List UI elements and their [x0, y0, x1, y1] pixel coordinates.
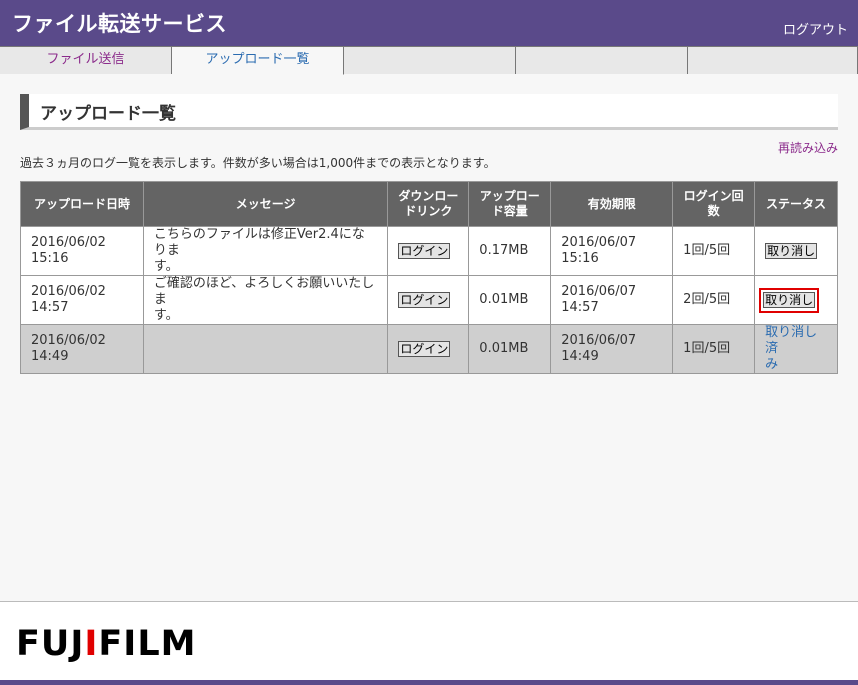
cell-expires: 2016/06/07 14:49 — [550, 324, 674, 374]
download-login-button[interactable]: ログイン — [398, 291, 451, 308]
cell-logins: 1回/5回 — [672, 324, 756, 374]
cell-expires-time: 14:57 — [561, 300, 599, 315]
cell-expires: 2016/06/07 15:16 — [550, 226, 674, 276]
col-header-message: メッセージ — [142, 181, 389, 227]
cancelled-status-link[interactable]: 取り消し済み — [765, 325, 817, 372]
cell-date: 2016/06/02 15:16 — [20, 226, 144, 276]
tab-empty-3 — [344, 46, 516, 74]
table-row: 2016/06/02 14:49 ログイン 0.01MB 2016/06/07 14… — [20, 324, 838, 374]
col-header-download: ダウンロー ドリンク — [387, 181, 470, 227]
reload-link[interactable]: 再読み込み — [778, 139, 838, 156]
col-header-logins-line2: 数 — [707, 204, 720, 218]
footer-bar — [0, 680, 858, 685]
cell-date: 2016/06/02 14:57 — [20, 275, 144, 325]
col-header-logins: ログイン回数 — [672, 181, 756, 227]
cell-date-day: 2016/06/02 — [31, 284, 106, 299]
cancelled-status-line2: み — [765, 357, 779, 372]
cell-date-time: 14:49 — [31, 349, 69, 364]
table-row: 2016/06/02 14:57 ご確認のほど、よろしくお願いいたしま す。 ログイ… — [20, 275, 838, 325]
cell-date-time: 14:57 — [31, 300, 69, 315]
col-header-download-line2: ドリンク — [404, 204, 453, 218]
col-header-status: ステータス — [754, 181, 838, 227]
col-header-logins-line1: ログイン回 — [683, 189, 744, 203]
cell-download: ログイン — [387, 275, 470, 325]
col-header-date: アップロード日時 — [20, 181, 144, 227]
cell-message — [142, 324, 389, 374]
cell-status: 取り消し — [754, 226, 838, 276]
tab-empty-4 — [516, 46, 688, 74]
table-header-row: アップロード日時 メッセージ ダウンロー ドリンク アップロー ド容量 有効期限 ロ… — [20, 181, 838, 227]
tab-file-send[interactable]: ファイル送信 — [0, 46, 172, 74]
download-login-button[interactable]: ログイン — [398, 340, 451, 357]
cell-size: 0.01MB — [468, 275, 552, 325]
tab-empty-5 — [688, 46, 858, 74]
cell-size: 0.01MB — [468, 324, 552, 374]
cell-message-line2: す。 — [153, 308, 179, 323]
cell-message: ご確認のほど、よろしくお願いいたしま す。 — [142, 275, 389, 325]
upload-table: アップロード日時 メッセージ ダウンロー ドリンク アップロー ド容量 有効期限 ロ… — [20, 181, 838, 374]
cell-message: こちらのファイルは修正Ver2.4になりま す。 — [142, 226, 389, 276]
col-header-size: アップロー ド容量 — [468, 181, 552, 227]
col-header-download-line1: ダウンロー — [398, 189, 459, 203]
cancelled-status-line1: 取り消し済 — [765, 325, 818, 356]
download-login-button[interactable]: ログイン — [398, 242, 451, 259]
tab-bar: ファイル送信 アップロード一覧 — [0, 46, 858, 75]
cell-date-day: 2016/06/02 — [31, 333, 106, 348]
cell-expires-day: 2016/06/07 — [561, 284, 637, 299]
col-header-size-line1: アップロー — [479, 189, 540, 203]
table-row: 2016/06/02 15:16 こちらのファイルは修正Ver2.4になりま す。 … — [20, 226, 838, 276]
app-title: ファイル転送サービス — [12, 12, 227, 36]
notice-text: 過去３ヵ月のログ一覧を表示します。件数が多い場合は1,000件までの表示となりま… — [20, 156, 496, 170]
cell-expires-time: 14:49 — [561, 349, 599, 364]
cell-logins: 2回/5回 — [672, 275, 756, 325]
page-footer: FUJIFILM — [0, 601, 858, 685]
cancel-button[interactable]: 取り消し — [763, 291, 816, 308]
cell-status: 取り消し済み — [754, 324, 838, 374]
cell-date: 2016/06/02 14:49 — [20, 324, 144, 374]
cell-download: ログイン — [387, 324, 470, 374]
cell-expires-day: 2016/06/07 — [561, 333, 637, 348]
cell-size: 0.17MB — [468, 226, 552, 276]
page-title: アップロード一覧 — [40, 104, 176, 124]
cell-message-line2: す。 — [153, 259, 179, 274]
cell-logins: 1回/5回 — [672, 226, 756, 276]
cancel-button[interactable]: 取り消し — [765, 242, 818, 259]
cell-expires: 2016/06/07 14:57 — [550, 275, 674, 325]
highlight-box: 取り消し — [759, 287, 820, 313]
tab-upload-list[interactable]: アップロード一覧 — [172, 46, 344, 75]
cell-download: ログイン — [387, 226, 470, 276]
page-heading: アップロード一覧 — [20, 94, 838, 130]
cell-expires-day: 2016/06/07 — [561, 235, 637, 250]
col-header-size-line2: ド容量 — [491, 204, 528, 218]
logout-link[interactable]: ログアウト — [783, 19, 848, 38]
cell-message-line1: こちらのファイルは修正Ver2.4になりま — [153, 227, 365, 258]
cell-status: 取り消し — [754, 275, 838, 325]
cell-date-time: 15:16 — [31, 251, 69, 266]
cell-message-line1: ご確認のほど、よろしくお願いいたしま — [153, 276, 375, 307]
cell-expires-time: 15:16 — [561, 251, 599, 266]
col-header-expires: 有効期限 — [550, 181, 674, 227]
app-header: ファイル転送サービス ログアウト — [0, 0, 858, 46]
fujifilm-logo: FUJIFILM — [16, 624, 197, 664]
cell-date-day: 2016/06/02 — [31, 235, 106, 250]
